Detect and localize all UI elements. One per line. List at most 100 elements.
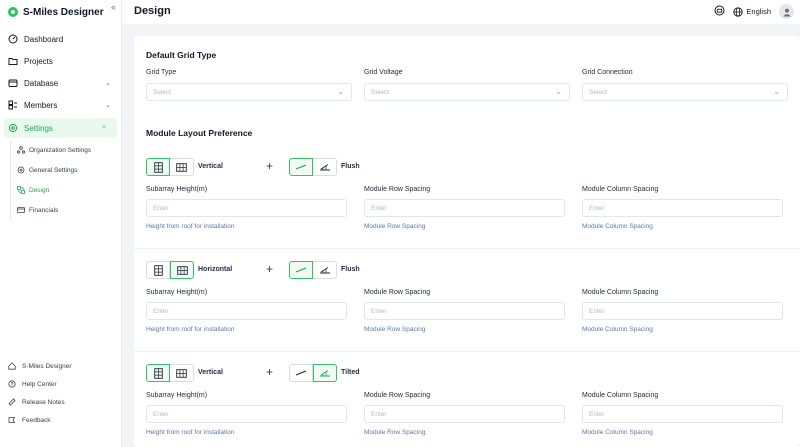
link-s-miles-designer[interactable]: S-Miles Designer [0,357,121,375]
home-icon [8,362,16,370]
app-logo[interactable]: S-Miles Designer [0,0,121,24]
row-spacing-label: Module Row Spacing [364,392,431,399]
link-help-center[interactable]: Help Center [0,375,121,393]
column-spacing-hint: Module Column Spacing [582,429,653,436]
column-spacing-input[interactable]: Enter [582,199,783,217]
vertical-orientation-button[interactable] [146,364,170,382]
dashboard-icon [8,34,18,44]
tilted-mount-button[interactable] [313,364,337,382]
nav-item-dashboard[interactable]: Dashboard [0,28,121,50]
chevron-down-icon: ⌄ [337,87,344,96]
grid-voltage-select[interactable]: Select ⌄ [364,83,570,101]
grid-connection-label: Grid Connection [582,69,633,76]
input-placeholder: Enter [589,307,605,315]
column-spacing-label: Module Column Spacing [582,289,659,296]
row-spacing-input[interactable]: Enter [364,405,565,423]
flush-mount-button[interactable] [289,364,313,382]
link-release-notes[interactable]: Release Notes [0,393,121,411]
settings-submenu: Organization Settings General Settings D… [10,140,121,220]
vertical-panel-icon [153,161,163,173]
sub-item-general-settings[interactable]: General Settings [11,160,121,180]
support-icon[interactable] [714,5,725,18]
collapse-sidebar-icon[interactable]: « [111,2,116,12]
mount-label: Flush [341,163,360,170]
nav-item-database[interactable]: Database ⌄ [0,72,121,94]
settings-gear-icon [8,123,18,133]
divider [134,248,800,249]
bottom-link-label: S-Miles Designer [22,362,72,370]
chevron-down-icon: ⌄ [555,87,562,96]
subarray-height-hint: Height from roof for installation [146,326,235,333]
subarray-height-input[interactable]: Enter [146,302,347,320]
vertical-orientation-button[interactable] [146,158,170,176]
link-feedback[interactable]: Feedback [0,411,121,429]
user-icon [782,8,791,16]
design-icon [17,186,25,194]
nav-label: Projects [24,56,53,66]
tilted-mount-button[interactable] [313,158,337,176]
language-label: English [746,7,771,16]
grid-connection-select[interactable]: Select ⌄ [582,83,788,101]
tilted-mount-icon [320,370,330,377]
sub-item-label: General Settings [29,166,78,174]
subarray-height-input[interactable]: Enter [146,199,347,217]
orientation-label: Vertical [198,369,223,376]
sub-item-financials[interactable]: Financials [11,200,121,220]
chevron-up-icon: ⌃ [101,126,107,133]
sub-item-organization-settings[interactable]: Organization Settings [11,140,121,160]
row-spacing-input[interactable]: Enter [364,199,565,217]
horizontal-orientation-button[interactable] [170,364,194,382]
mount-toggle [289,261,337,279]
vertical-orientation-button[interactable] [146,261,170,279]
nav-label: Database [24,78,59,88]
row-spacing-input[interactable]: Enter [364,302,565,320]
row-spacing-hint: Module Row Spacing [364,326,426,333]
plus-icon: + [266,262,274,276]
column-spacing-input[interactable]: Enter [582,302,783,320]
grid-section-title: Default Grid Type [146,50,217,60]
sub-item-label: Financials [29,206,59,214]
financials-icon [17,206,25,214]
grid-voltage-label: Grid Voltage [364,69,403,76]
top-right-controls: English [714,4,794,19]
nav-item-projects[interactable]: Projects [0,50,121,72]
horizontal-orientation-button[interactable] [170,261,194,279]
grid-type-select[interactable]: Select ⌄ [146,83,352,101]
nav-item-settings[interactable]: Settings ⌃ [4,118,117,138]
general-settings-icon [17,166,25,174]
top-bar: Design English [122,0,800,24]
horizontal-panel-icon [176,162,187,172]
nav-item-members[interactable]: Members ⌄ [0,94,121,116]
globe-icon [733,6,744,17]
chevron-down-icon: ⌄ [105,102,111,109]
mount-label: Flush [341,266,360,273]
help-icon [8,380,16,388]
sub-item-design[interactable]: Design [11,180,121,200]
tilted-mount-icon [319,267,330,274]
organization-icon [17,146,25,154]
bottom-links: S-Miles Designer Help Center Release Not… [0,357,121,429]
user-avatar[interactable] [779,4,794,19]
plus-icon: + [266,159,274,173]
tilted-mount-icon [319,164,330,171]
nav-label: Settings [24,123,53,133]
column-spacing-label: Module Column Spacing [582,186,659,193]
flush-mount-button[interactable] [289,261,313,279]
tilted-mount-button[interactable] [313,261,337,279]
column-spacing-input[interactable]: Enter [582,405,783,423]
input-placeholder: Enter [153,204,169,212]
horizontal-orientation-button[interactable] [170,158,194,176]
chevron-down-icon: ⌄ [105,80,111,87]
flush-mount-button[interactable] [289,158,313,176]
subarray-height-input[interactable]: Enter [146,405,347,423]
column-spacing-hint: Module Column Spacing [582,326,653,333]
row-spacing-label: Module Row Spacing [364,289,431,296]
row-spacing-label: Module Row Spacing [364,186,431,193]
database-icon [8,78,18,88]
bottom-link-label: Feedback [22,416,51,424]
feedback-icon [8,416,16,424]
sidebar: S-Miles Designer « Dashboard Projects Da… [0,0,122,447]
orientation-toggle [146,364,194,382]
orientation-toggle [146,158,194,176]
language-selector[interactable]: English [733,6,771,17]
